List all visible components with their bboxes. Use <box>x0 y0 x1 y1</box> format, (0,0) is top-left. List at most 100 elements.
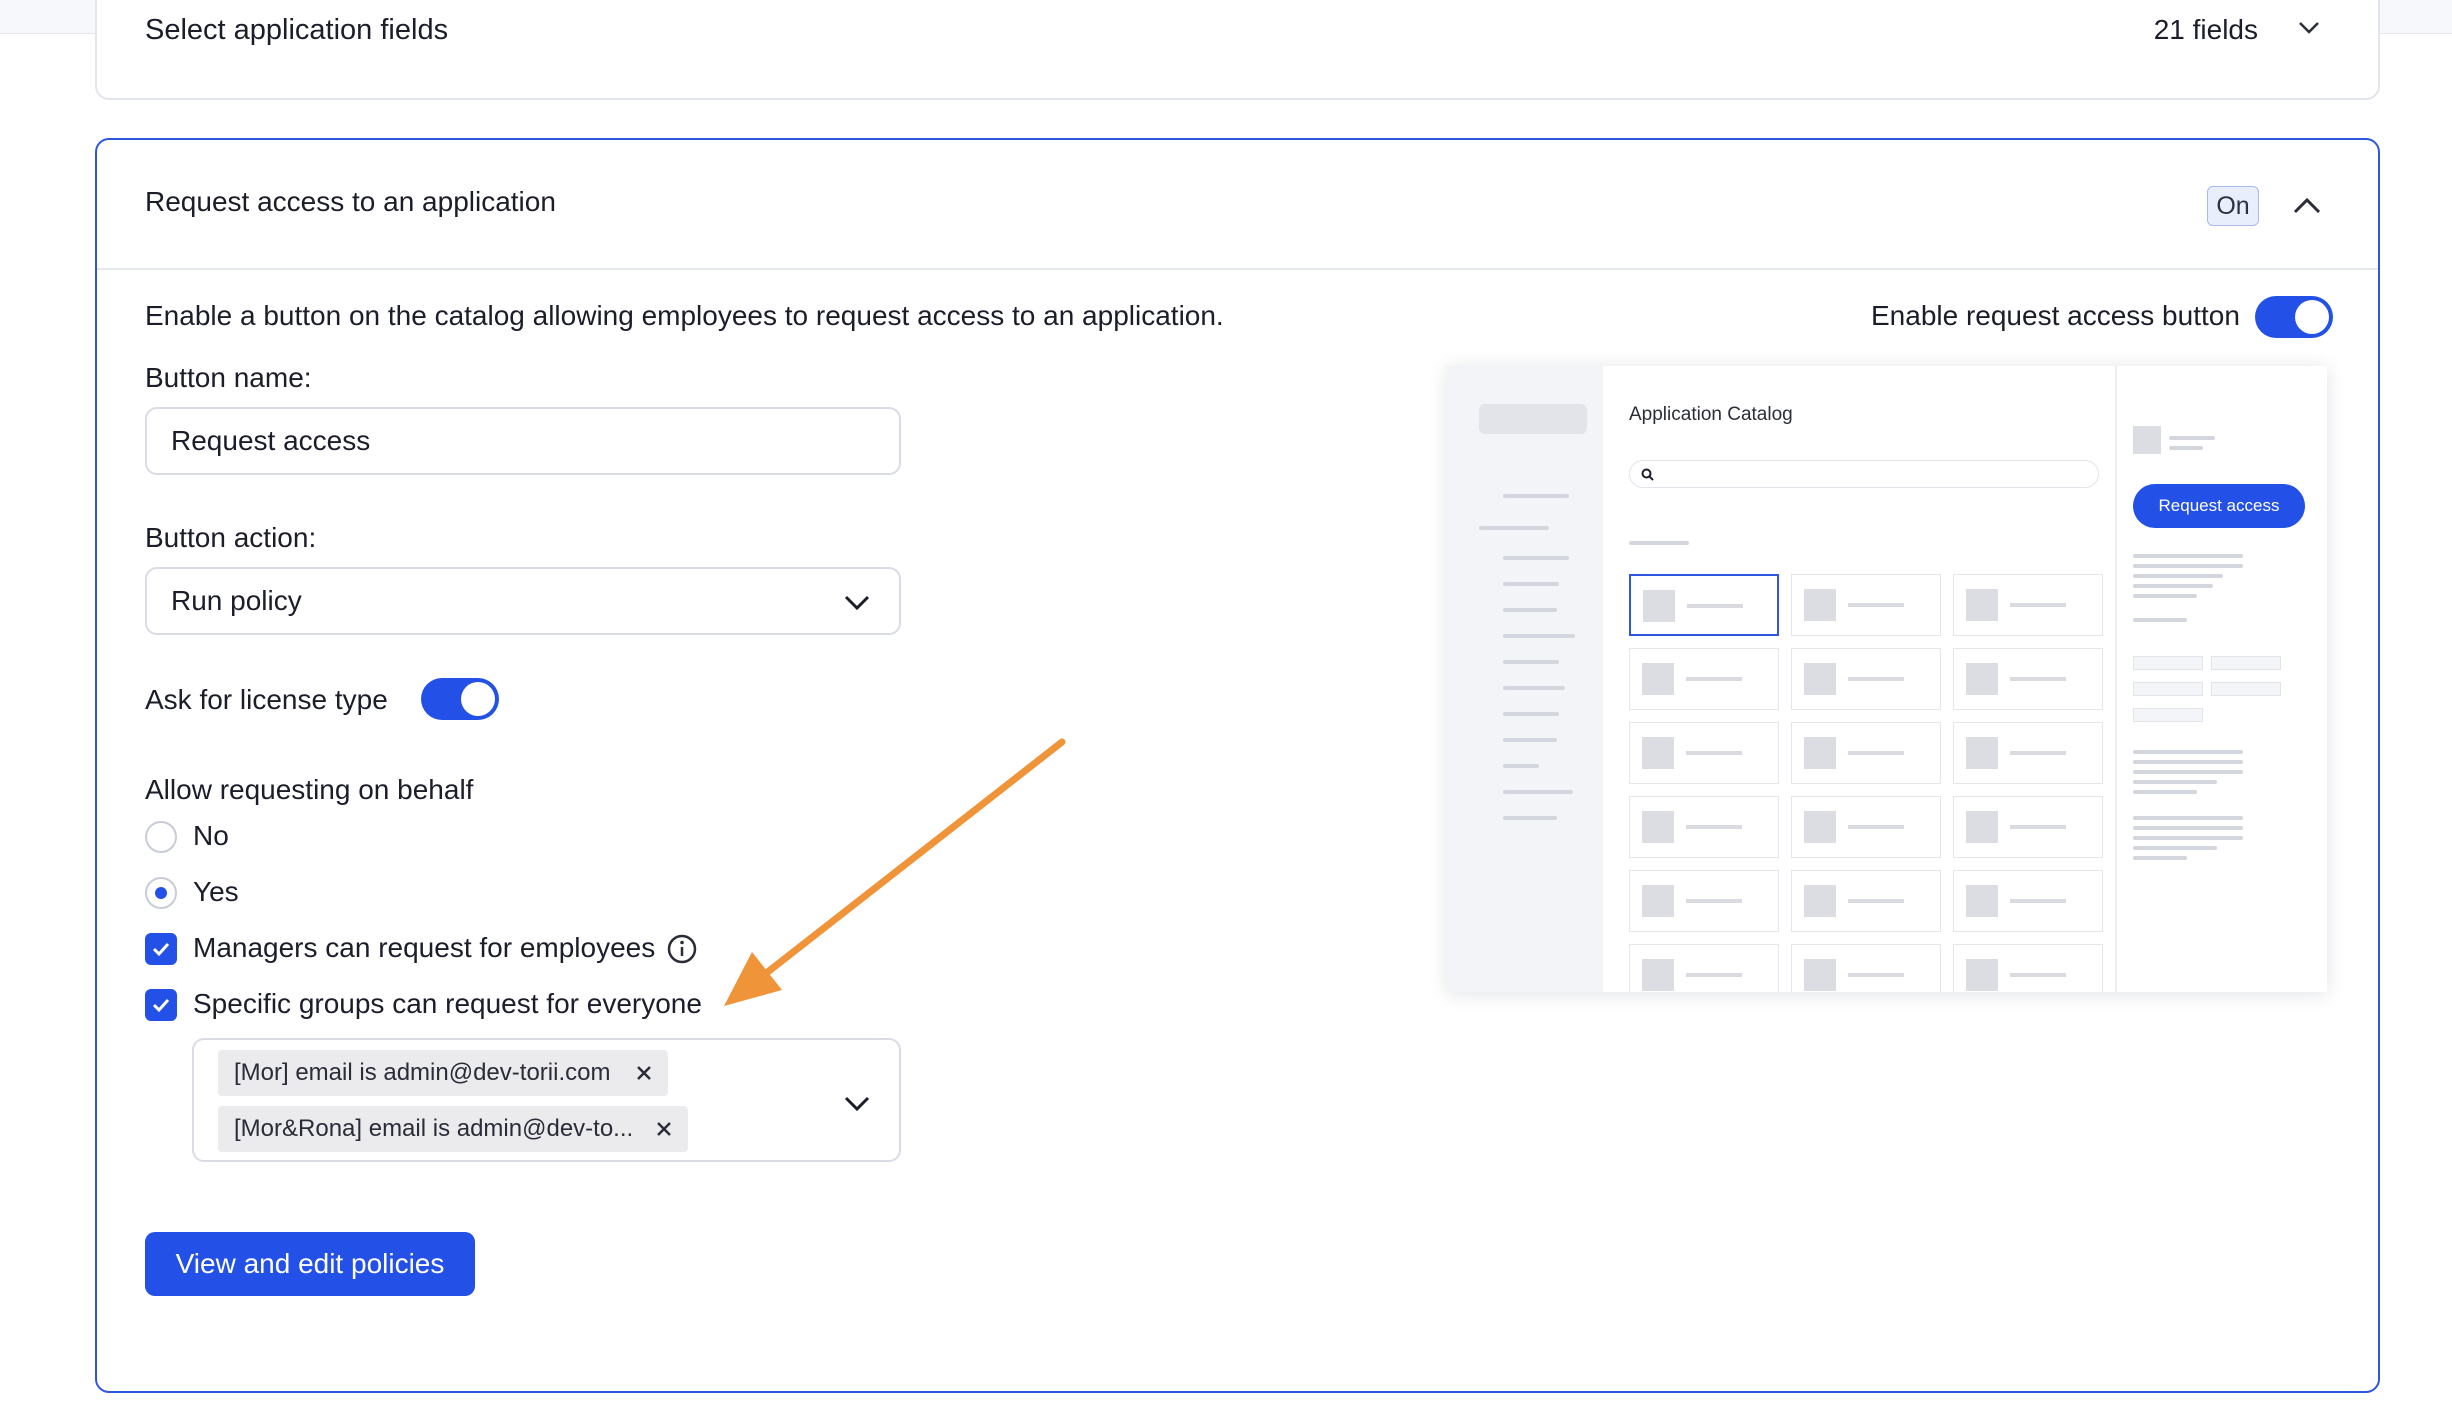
section-title: Request access to an application <box>145 186 556 217</box>
group-tag-label: [Mor&Rona] email is admin@dev-to... <box>234 1115 634 1142</box>
preview-app-icon <box>1642 885 1674 917</box>
preview-app-icon <box>1804 663 1836 695</box>
preview-app-icon <box>1642 959 1674 991</box>
groups-checkbox-label: Specific groups can request for everyone <box>193 988 702 1019</box>
preview-app-tile <box>1791 944 1941 992</box>
preview-detail-line <box>2133 846 2217 850</box>
previous-section-title: Select application fields <box>145 14 449 46</box>
preview-app-name-line <box>2010 973 2066 977</box>
preview-detail-line <box>2133 826 2243 830</box>
chevron-down-icon[interactable] <box>2294 18 2324 38</box>
button-action-label: Button action: <box>145 522 317 553</box>
chevron-down-icon <box>844 595 870 611</box>
enable-request-label: Enable request access button <box>1871 300 2240 331</box>
preview-app-icon <box>1966 663 1998 695</box>
preview-nav-line <box>1503 494 1569 498</box>
preview-app-icon <box>1804 589 1836 621</box>
preview-detail-box <box>2133 708 2203 722</box>
preview-title: Application Catalog <box>1629 404 1793 425</box>
preview-app-icon <box>1643 590 1675 622</box>
preview-nav-line <box>1479 526 1549 530</box>
button-action-value: Run policy <box>171 585 302 616</box>
preview-logo <box>1479 404 1587 434</box>
close-icon[interactable] <box>654 1119 674 1139</box>
preview-app-icon <box>1966 959 1998 991</box>
group-tag: [Mor] email is admin@dev-torii.com <box>218 1050 668 1096</box>
toggle-knob <box>2295 300 2329 334</box>
preview-detail-box <box>2133 682 2203 696</box>
preview-nav-line <box>1503 764 1539 768</box>
preview-app-tile <box>1629 574 1779 636</box>
preview-app-name-line <box>1686 677 1742 681</box>
preview-detail-panel: Request access <box>2115 366 2327 992</box>
button-name-label: Button name: <box>145 362 312 393</box>
preview-app-icon <box>1966 589 1998 621</box>
preview-detail-line <box>2133 554 2243 558</box>
preview-app-icon <box>1804 885 1836 917</box>
preview-nav-line <box>1503 790 1573 794</box>
preview-app-tile <box>1953 648 2103 710</box>
groups-multiselect[interactable]: [Mor] email is admin@dev-torii.com [Mor&… <box>192 1038 901 1162</box>
preview-nav-line <box>1503 634 1575 638</box>
check-icon <box>152 998 170 1013</box>
view-edit-policies-button[interactable]: View and edit policies <box>145 1232 475 1296</box>
group-tag-label: [Mor] email is admin@dev-torii.com <box>234 1059 611 1086</box>
preview-app-name-line <box>1848 973 1904 977</box>
preview-app-icon <box>1642 811 1674 843</box>
preview-app-name-line <box>2010 825 2066 829</box>
preview-filter-line <box>1629 541 1689 545</box>
chevron-down-icon[interactable] <box>841 1092 873 1114</box>
preview-detail-line <box>2133 760 2243 764</box>
license-type-label: Ask for license type <box>145 684 388 715</box>
preview-nav-line <box>1503 712 1559 716</box>
preview-detail-line <box>2133 584 2213 588</box>
preview-app-tile <box>1629 944 1779 992</box>
preview-app-tile <box>1791 722 1941 784</box>
preview-nav-line <box>1503 686 1565 690</box>
groups-checkbox[interactable] <box>145 989 177 1021</box>
managers-checkbox[interactable] <box>145 933 177 965</box>
preview-app-name-line <box>2010 751 2066 755</box>
button-name-input[interactable]: Request access <box>145 407 901 475</box>
preview-app-name-line <box>1848 825 1904 829</box>
preview-app-name-line <box>2010 677 2066 681</box>
previous-section-count: 21 fields <box>2153 14 2258 45</box>
preview-app-name-line <box>1686 751 1742 755</box>
radio-yes[interactable] <box>145 877 177 909</box>
radio-no[interactable] <box>145 821 177 853</box>
previous-section-card[interactable]: Select application fields 21 fields <box>95 0 2380 100</box>
preview-app-tile <box>1629 870 1779 932</box>
chevron-up-icon[interactable] <box>2287 188 2327 222</box>
preview-app-tile <box>1791 796 1941 858</box>
preview-app-tile <box>1629 722 1779 784</box>
button-action-select[interactable]: Run policy <box>145 567 901 635</box>
radio-no-label: No <box>193 820 229 851</box>
preview-app-icon <box>1804 737 1836 769</box>
preview-app-icon <box>1642 737 1674 769</box>
preview-detail-line <box>2133 594 2197 598</box>
preview-detail-line <box>2133 564 2243 568</box>
close-icon[interactable] <box>634 1063 654 1083</box>
preview-app-tile <box>1629 796 1779 858</box>
preview-detail-box <box>2133 656 2203 670</box>
preview-nav-line <box>1503 738 1557 742</box>
toggle-knob <box>461 682 495 716</box>
preview-sidebar <box>1447 366 1603 992</box>
license-type-toggle[interactable] <box>421 678 499 720</box>
preview-detail-box <box>2211 682 2281 696</box>
preview-detail-box <box>2211 656 2281 670</box>
preview-nav-line <box>1503 816 1557 820</box>
preview-app-tile <box>1791 574 1941 636</box>
catalog-preview-image: Application Catalog Request access <box>1447 366 2327 992</box>
info-icon[interactable] <box>666 933 698 965</box>
preview-app-name-line <box>1686 899 1742 903</box>
preview-detail-line <box>2133 836 2243 840</box>
preview-app-name-line <box>2010 899 2066 903</box>
managers-checkbox-label: Managers can request for employees <box>193 932 656 963</box>
preview-app-name-line <box>1687 604 1743 608</box>
enable-request-toggle[interactable] <box>2255 296 2333 338</box>
preview-nav-line <box>1503 608 1557 612</box>
preview-detail-line <box>2169 446 2203 450</box>
preview-detail-line <box>2133 750 2243 754</box>
section-header[interactable]: Request access to an application On <box>97 140 2378 270</box>
